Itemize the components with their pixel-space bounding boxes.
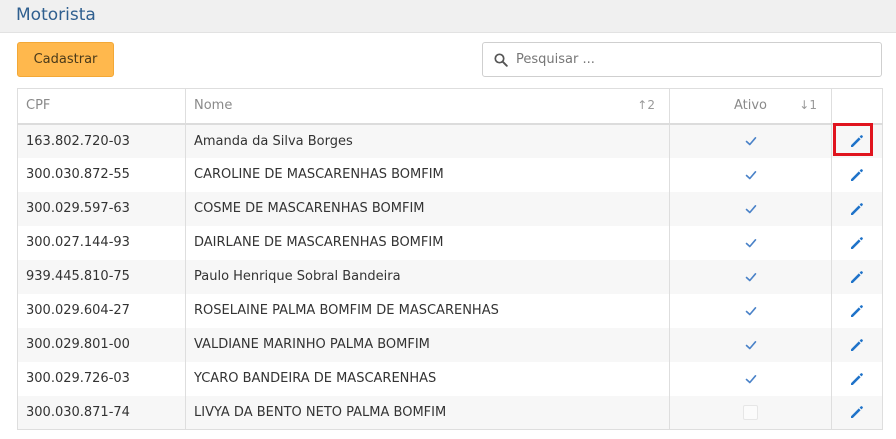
acao-cell <box>831 361 883 396</box>
unchecked-box <box>743 404 758 420</box>
nome-cell: Paulo Henrique Sobral Bandeira <box>185 259 670 294</box>
table-row[interactable]: 300.030.872-55 CAROLINE DE MASCARENHAS BO… <box>17 157 883 192</box>
nome-cell: ROSELAINE PALMA BOMFIM DE MASCARENHAS <box>185 293 670 328</box>
sort-ascending-indicator: ↑2 <box>637 98 655 112</box>
pencil-icon[interactable] <box>848 268 866 286</box>
nome-cell: CAROLINE DE MASCARENHAS BOMFIM <box>185 157 670 192</box>
nome-cell: LIVYA DA BENTO NETO PALMA BOMFIM <box>185 395 670 430</box>
motorista-table: CPF Nome ↑2 Ativo ↓1 163.802.720-03 Amand… <box>17 88 883 430</box>
acao-cell <box>831 191 883 226</box>
pencil-icon[interactable] <box>848 370 866 388</box>
nome-cell: DAIRLANE DE MASCARENHAS BOMFIM <box>185 225 670 260</box>
table-row[interactable]: 163.802.720-03 Amanda da Silva Borges <box>17 123 883 158</box>
column-header-label: Nome <box>194 98 233 114</box>
cadastrar-button[interactable]: Cadastrar <box>17 42 114 77</box>
pencil-icon[interactable] <box>848 166 866 184</box>
sort-descending-indicator: ↓1 <box>799 98 817 112</box>
table-row[interactable]: 300.029.801-00 VALDIANE MARINHO PALMA BOM… <box>17 327 883 362</box>
table-row[interactable]: 939.445.810-75 Paulo Henrique Sobral Band… <box>17 259 883 294</box>
ativo-cell <box>669 191 832 226</box>
ativo-cell <box>669 123 832 158</box>
check-icon <box>745 340 756 349</box>
ativo-cell <box>669 225 832 260</box>
check-icon <box>745 306 756 315</box>
nome-cell: VALDIANE MARINHO PALMA BOMFIM <box>185 327 670 362</box>
check-icon <box>745 170 756 179</box>
ativo-cell <box>669 259 832 294</box>
search-input[interactable] <box>516 44 876 75</box>
nome-cell: YCARO BANDEIRA DE MASCARENHAS <box>185 361 670 396</box>
column-header-ativo[interactable]: Ativo ↓1 <box>669 88 832 125</box>
pencil-icon[interactable] <box>848 234 866 252</box>
check-icon <box>745 136 756 146</box>
column-header-label: CPF <box>26 98 51 114</box>
column-header-cpf[interactable]: CPF <box>17 88 186 125</box>
pencil-icon[interactable] <box>848 200 866 218</box>
ativo-cell <box>669 361 832 396</box>
nome-cell: COSME DE MASCARENHAS BOMFIM <box>185 191 670 226</box>
table-row[interactable]: 300.029.604-27 ROSELAINE PALMA BOMFIM DE … <box>17 293 883 328</box>
check-icon <box>745 272 756 281</box>
column-header-nome[interactable]: Nome ↑2 <box>185 88 670 125</box>
cpf-cell: 300.029.726-03 <box>17 361 186 396</box>
ativo-cell <box>669 293 832 328</box>
nome-cell: Amanda da Silva Borges <box>185 123 670 158</box>
table-row[interactable]: 300.030.871-74 LIVYA DA BENTO NETO PALMA … <box>17 395 883 430</box>
acao-cell <box>831 259 883 294</box>
acao-cell <box>831 327 883 362</box>
acao-cell <box>831 157 883 192</box>
pencil-icon[interactable] <box>848 403 866 421</box>
cpf-cell: 300.029.597-63 <box>17 191 186 226</box>
cpf-cell: 939.445.810-75 <box>17 259 186 294</box>
page-title: Motorista <box>16 5 96 25</box>
header-bar: Motorista <box>0 0 896 33</box>
table-row[interactable]: 300.027.144-93 DAIRLANE DE MASCARENHAS BO… <box>17 225 883 260</box>
cpf-cell: 300.029.604-27 <box>17 293 186 328</box>
acao-cell <box>831 395 883 430</box>
column-header-label: Ativo <box>733 98 768 114</box>
table-row[interactable]: 300.029.597-63 COSME DE MASCARENHAS BOMFI… <box>17 191 883 226</box>
table-body: 163.802.720-03 Amanda da Silva Borges 300.… <box>17 123 883 430</box>
table-header-row: CPF Nome ↑2 Ativo ↓1 <box>17 88 883 125</box>
cpf-cell: 300.029.801-00 <box>17 327 186 362</box>
acao-cell <box>831 123 883 158</box>
ativo-cell <box>669 395 832 430</box>
check-icon <box>745 204 756 213</box>
acao-cell <box>831 293 883 328</box>
check-icon <box>745 238 756 247</box>
pencil-icon[interactable] <box>848 302 866 320</box>
pencil-icon[interactable] <box>848 336 866 354</box>
cpf-cell: 163.802.720-03 <box>17 123 186 158</box>
pencil-icon[interactable] <box>848 132 866 150</box>
search-icon <box>494 53 508 67</box>
ativo-cell <box>669 157 832 192</box>
search-box[interactable] <box>482 42 882 77</box>
table-row[interactable]: 300.029.726-03 YCARO BANDEIRA DE MASCAREN… <box>17 361 883 396</box>
cpf-cell: 300.030.872-55 <box>17 157 186 192</box>
cpf-cell: 300.030.871-74 <box>17 395 186 430</box>
check-icon <box>745 374 756 383</box>
acao-cell <box>831 225 883 260</box>
column-header-acao <box>831 88 883 125</box>
cpf-cell: 300.027.144-93 <box>17 225 186 260</box>
ativo-cell <box>669 327 832 362</box>
